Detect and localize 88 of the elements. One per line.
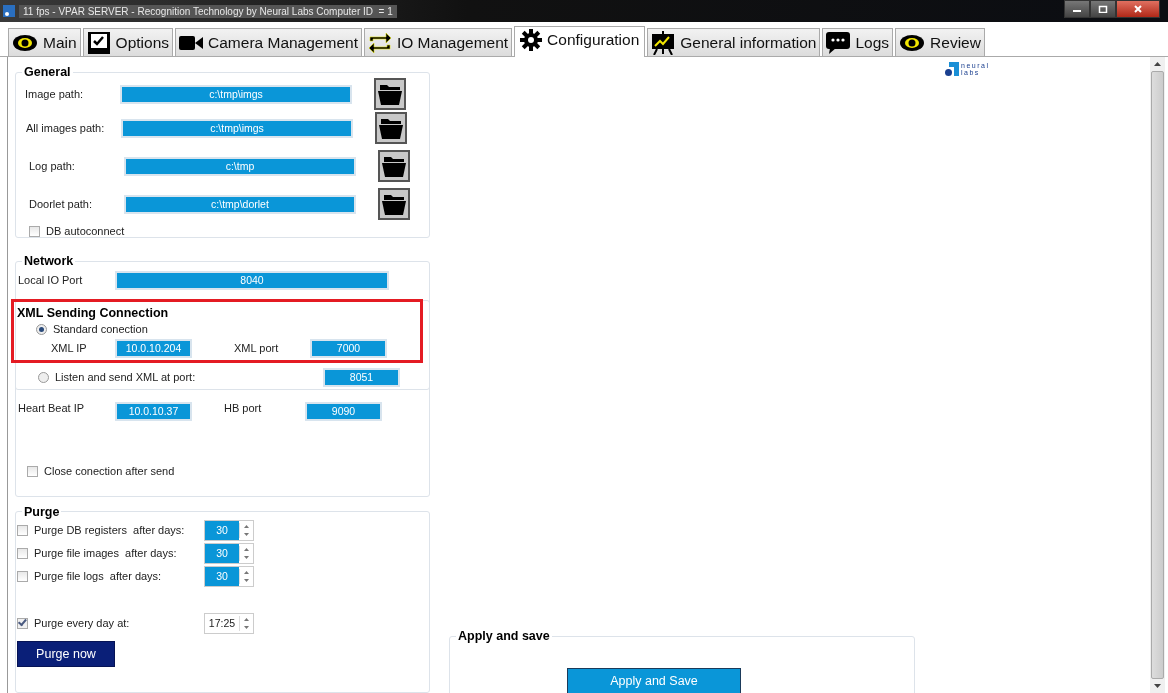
field-label: Log path: — [28, 160, 76, 172]
app-icon — [3, 5, 15, 17]
ip-field[interactable]: 10.0.10.37 — [115, 402, 192, 421]
swap-arrows-icon — [367, 31, 392, 54]
checkbox-label: Purge DB registers after days: — [34, 524, 186, 537]
field-label: Image path: — [24, 88, 85, 100]
field-label: HB port — [224, 402, 263, 414]
down-arrow-icon[interactable] — [244, 578, 249, 582]
folder-icon — [378, 83, 402, 105]
days-spinner[interactable]: 30 — [204, 519, 254, 541]
tab[interactable]: Options — [82, 28, 174, 56]
up-arrow-icon[interactable] — [244, 570, 249, 574]
field-label: Local IO Port — [18, 274, 84, 286]
checkbox[interactable] — [17, 617, 28, 629]
down-arrow-icon[interactable] — [244, 555, 249, 559]
radio-button[interactable] — [36, 323, 47, 335]
field-label: Doorlet path: — [28, 198, 93, 210]
browse-button[interactable] — [375, 112, 407, 144]
maximize-icon — [1098, 5, 1108, 13]
tab[interactable]: Review — [895, 28, 985, 56]
checkbox[interactable] — [17, 524, 28, 536]
checkbox-label: Purge file logs after days: — [34, 570, 163, 583]
folder-icon — [382, 155, 406, 177]
section-title: Purge — [23, 504, 61, 519]
easel-chart-icon — [651, 30, 676, 55]
port-field[interactable]: 9090 — [305, 402, 382, 421]
checkbox-label: Purge file images after days: — [34, 547, 178, 560]
tab[interactable]: Camera Management — [175, 28, 362, 56]
section-title: XML Sending Connection — [17, 306, 170, 320]
maximize-button[interactable] — [1090, 0, 1116, 18]
tab[interactable]: General information — [647, 28, 821, 56]
checkbox[interactable] — [17, 547, 28, 559]
ip-field[interactable]: 10.0.10.204 — [115, 338, 192, 358]
field-label: Heart Beat IP — [18, 402, 86, 414]
browse-button[interactable] — [378, 188, 410, 220]
tab[interactable]: Configuration — [514, 26, 646, 57]
scrollbar[interactable] — [1150, 57, 1165, 693]
up-arrow-icon[interactable] — [244, 524, 249, 528]
port-field[interactable]: 8051 — [323, 367, 400, 387]
checkbox[interactable] — [17, 570, 28, 582]
window-title: 11 fps - VPAR SERVER - Recognition Technology by Neural Labs Computer ID = 1 — [19, 4, 397, 18]
checkbox[interactable] — [29, 225, 40, 237]
section-title: General — [23, 65, 72, 79]
checkbox-label: Close conection after send — [44, 465, 175, 477]
checkbox-icon — [86, 30, 111, 55]
radio-button[interactable] — [38, 371, 49, 383]
browse-button[interactable] — [378, 150, 410, 182]
video-camera-icon — [179, 34, 204, 51]
radio-label: Listen and send XML at port: — [55, 371, 197, 383]
checkbox-label: DB autoconnect — [46, 225, 125, 237]
eye-icon — [899, 33, 926, 52]
minimize-button[interactable] — [1064, 0, 1090, 18]
section-title: Network — [23, 254, 75, 268]
days-spinner[interactable]: 30 — [204, 565, 254, 587]
radio-label: Standard conection — [53, 323, 148, 335]
folder-icon — [382, 193, 406, 215]
tab[interactable]: Main — [8, 28, 81, 56]
down-arrow-icon[interactable] — [1154, 684, 1161, 688]
up-arrow-icon[interactable] — [244, 617, 249, 621]
path-field[interactable]: c:\tmp\dorlet — [124, 194, 356, 214]
speech-bubble-icon — [826, 31, 851, 54]
browse-button[interactable] — [374, 78, 406, 110]
section-title: Apply and save — [457, 629, 551, 643]
path-field[interactable]: c:\tmp\imgs — [121, 118, 353, 138]
eye-icon — [12, 33, 38, 52]
checkbox[interactable] — [27, 465, 38, 477]
down-arrow-icon[interactable] — [244, 532, 249, 536]
close-icon — [1133, 5, 1143, 13]
tab[interactable]: IO Management — [363, 28, 513, 56]
field-label: XML IP — [50, 342, 88, 354]
checkbox-label: Purge every day at: — [34, 617, 131, 630]
purge-now-button[interactable]: Purge now — [17, 640, 115, 667]
apply-and-save-button[interactable]: Apply and Save — [567, 668, 741, 693]
time-spinner[interactable]: 17:25 — [204, 612, 254, 634]
up-arrow-icon[interactable] — [244, 547, 249, 551]
gear-icon — [520, 28, 543, 51]
tab[interactable]: Logs — [822, 28, 894, 56]
up-arrow-icon[interactable] — [1154, 62, 1161, 66]
field-label: XML port — [234, 342, 280, 354]
port-field[interactable]: 8040 — [115, 270, 389, 290]
close-button[interactable] — [1116, 0, 1160, 18]
field-label: All images path: — [25, 122, 106, 134]
path-field[interactable]: c:\tmp\imgs — [120, 84, 352, 104]
path-field[interactable]: c:\tmp — [124, 156, 356, 176]
days-spinner[interactable]: 30 — [204, 542, 254, 564]
down-arrow-icon[interactable] — [244, 625, 249, 629]
port-field[interactable]: 7000 — [310, 338, 387, 358]
folder-icon — [379, 117, 403, 139]
